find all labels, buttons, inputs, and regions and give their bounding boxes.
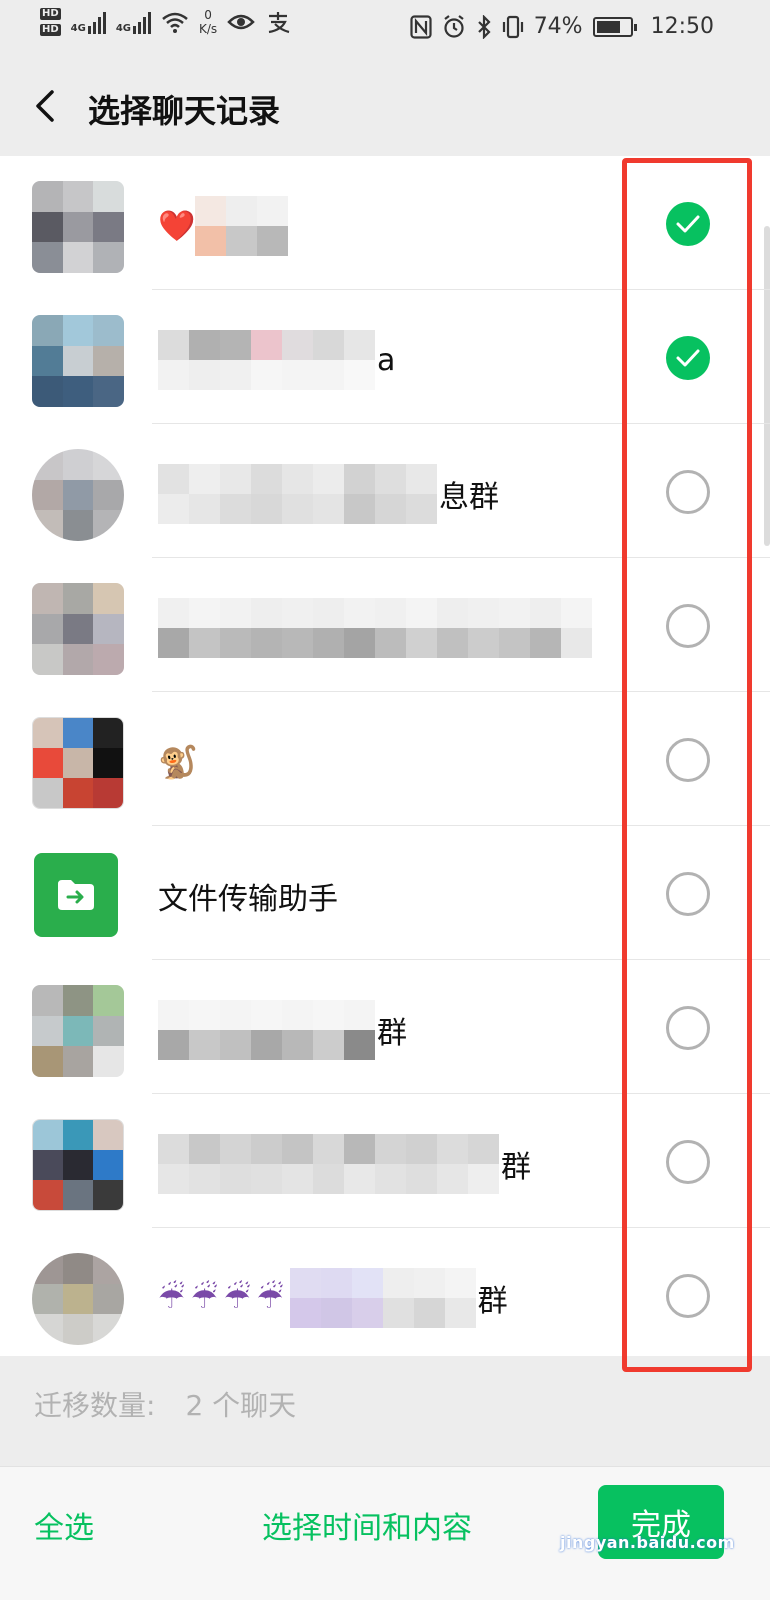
avatar bbox=[32, 1119, 124, 1211]
blurred-name bbox=[158, 598, 592, 658]
blurred-name bbox=[158, 464, 437, 524]
signal-icon bbox=[87, 10, 106, 34]
blurred-name bbox=[289, 1268, 476, 1328]
status-bar: HD HD 4G 4G 0 K/s 74% 12:50 bbox=[0, 0, 770, 56]
chat-name: 群 bbox=[158, 1000, 407, 1060]
migration-count-label: 迁移数量: bbox=[34, 1389, 156, 1422]
avatar bbox=[32, 1253, 124, 1345]
chat-row[interactable]: ☔☔☔☔ 群 bbox=[0, 1228, 770, 1362]
watermark: jingyan.baidu.com bbox=[560, 1533, 735, 1552]
select-checkbox[interactable] bbox=[666, 1274, 710, 1318]
chat-row[interactable]: 🐒 bbox=[0, 692, 770, 826]
chat-row[interactable]: ❤️ bbox=[0, 156, 770, 290]
signal-icon bbox=[133, 10, 152, 34]
avatar bbox=[32, 717, 124, 809]
battery-icon bbox=[592, 16, 637, 37]
chat-list[interactable]: ❤️ a 息群 🐒 文件传输助手 群 群 ☔☔☔☔ 群 bbox=[0, 156, 770, 1356]
chat-row[interactable]: a bbox=[0, 290, 770, 424]
select-checkbox[interactable] bbox=[666, 1006, 710, 1050]
clock-time: 12:50 bbox=[650, 14, 714, 39]
blurred-name bbox=[195, 196, 289, 256]
network-speed: 0 K/s bbox=[199, 8, 218, 36]
checkmark-icon bbox=[676, 349, 700, 367]
hd-indicator: HD HD bbox=[40, 8, 61, 36]
nav-bar: 选择聊天记录 bbox=[0, 56, 770, 156]
select-checkbox[interactable] bbox=[666, 470, 710, 514]
bottom-bar: 全选 选择时间和内容 完成 jingyan.baidu.com bbox=[0, 1466, 770, 1600]
avatar bbox=[32, 985, 124, 1077]
blurred-name bbox=[158, 1000, 375, 1060]
select-checkbox[interactable] bbox=[666, 872, 710, 916]
select-checkbox[interactable] bbox=[666, 1140, 710, 1184]
chat-name: 文件传输助手 bbox=[158, 882, 338, 917]
chat-row[interactable]: 群 bbox=[0, 960, 770, 1094]
select-time-content-button[interactable]: 选择时间和内容 bbox=[262, 1503, 472, 1547]
file-transfer-avatar bbox=[34, 853, 118, 937]
blurred-name bbox=[158, 1134, 499, 1194]
select-all-button[interactable]: 全选 bbox=[34, 1503, 94, 1547]
select-checkbox-checked[interactable] bbox=[666, 336, 710, 380]
chat-name: ❤️ bbox=[158, 196, 290, 256]
chat-name: ☔☔☔☔ 群 bbox=[158, 1268, 508, 1328]
chat-row[interactable] bbox=[0, 558, 770, 692]
select-checkbox[interactable] bbox=[666, 738, 710, 782]
chat-name bbox=[158, 598, 594, 658]
migration-count: 迁移数量: 2 个聊天 bbox=[34, 1384, 296, 1424]
select-checkbox[interactable] bbox=[666, 604, 710, 648]
chat-row[interactable]: 文件传输助手 bbox=[0, 826, 770, 960]
alarm-icon bbox=[444, 14, 464, 38]
network-type-1: 4G bbox=[70, 23, 86, 34]
chat-name: 息群 bbox=[158, 464, 499, 524]
chat-row[interactable]: 群 bbox=[0, 1094, 770, 1228]
chat-name: a bbox=[158, 330, 395, 390]
chat-name: 群 bbox=[158, 1134, 531, 1194]
folder-arrow-icon bbox=[58, 880, 94, 910]
hd1-label: HD bbox=[40, 8, 61, 20]
nfc-icon bbox=[410, 14, 432, 39]
bluetooth-icon bbox=[477, 14, 491, 39]
wifi-icon bbox=[162, 12, 188, 33]
battery-percent: 74% bbox=[533, 14, 583, 39]
network-type-2: 4G bbox=[115, 23, 132, 34]
eye-icon bbox=[227, 14, 255, 30]
blurred-name bbox=[158, 330, 375, 390]
chat-name: 🐒 bbox=[158, 743, 198, 781]
avatar bbox=[32, 181, 124, 273]
avatar bbox=[32, 583, 124, 675]
hd2-label: HD bbox=[40, 24, 61, 36]
back-arrow-icon[interactable] bbox=[28, 84, 72, 128]
chat-row[interactable]: 息群 bbox=[0, 424, 770, 558]
avatar bbox=[32, 449, 124, 541]
checkmark-icon bbox=[676, 215, 700, 233]
vibrate-icon bbox=[502, 15, 523, 38]
select-checkbox-checked[interactable] bbox=[666, 202, 710, 246]
alipay-icon bbox=[268, 12, 290, 34]
avatar bbox=[32, 315, 124, 407]
migration-count-value: 2 个聊天 bbox=[185, 1389, 297, 1422]
page-title: 选择聊天记录 bbox=[88, 92, 281, 130]
